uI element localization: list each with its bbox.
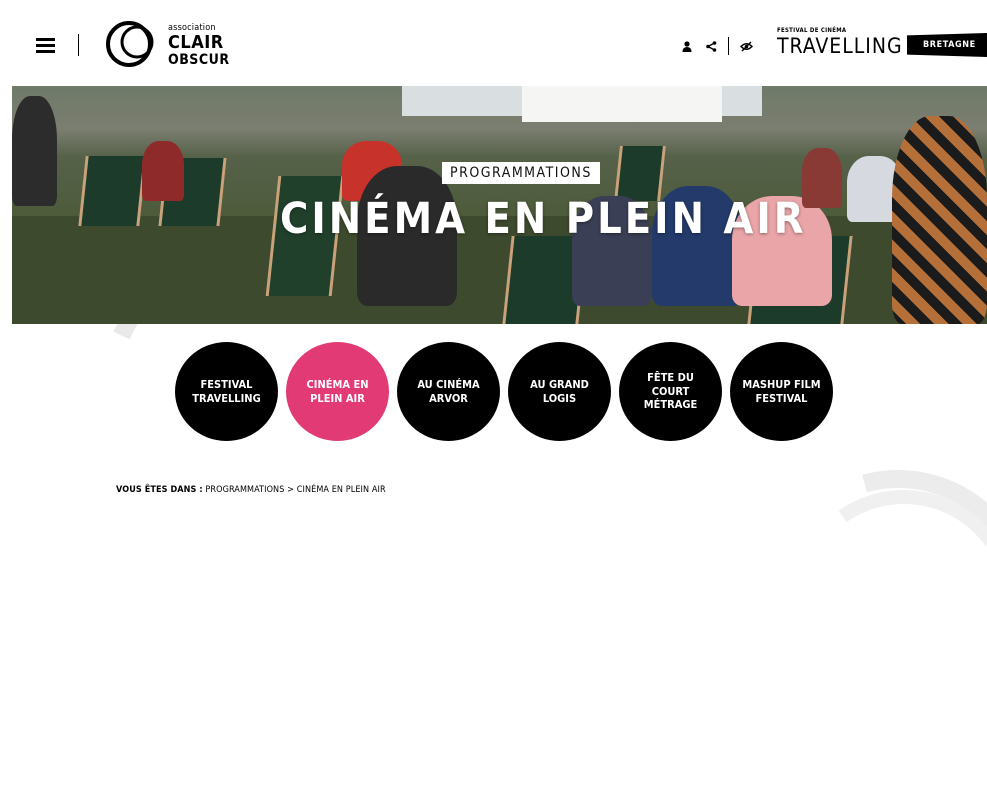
hero-banner: PROGRAMMATIONS CINÉMA EN PLEIN AIR (12, 86, 987, 324)
user-icon[interactable] (680, 39, 694, 53)
nav-festival-travelling[interactable]: FESTIVAL TRAVELLING (175, 342, 278, 441)
share-icon[interactable] (704, 39, 718, 53)
breadcrumb-current: CINÉMA EN PLEIN AIR (296, 485, 386, 495)
logo-line1: CLAIR (168, 32, 224, 53)
nav-mashup-film-festival[interactable]: MASHUP FILM FESTIVAL (730, 342, 833, 441)
breadcrumb-label: VOUS ÊTES DANS : (116, 485, 203, 495)
menu-icon[interactable] (36, 38, 55, 53)
deck-chair (614, 146, 666, 201)
nav-fete-court-metrage[interactable]: FÊTE DU COURT MÉTRAGE (619, 342, 722, 441)
header-divider (78, 34, 79, 56)
breadcrumb-separator: > (287, 485, 295, 495)
site-header: association CLAIR OBSCUR FESTIVAL DE CIN… (0, 0, 987, 86)
page-title: CINÉMA EN PLEIN AIR (280, 194, 807, 244)
breadcrumb-link-programmations[interactable]: PROGRAMMATIONS (205, 485, 284, 495)
bretagne-logo[interactable]: BRETAGNE (907, 33, 987, 57)
nav-cinema-plein-air[interactable]: CINÉMA EN PLEIN AIR (286, 342, 389, 441)
logo-line2: OBSCUR (168, 52, 230, 68)
festival-travelling-logo[interactable]: FESTIVAL DE CINÉMA TRAVELLING (777, 28, 903, 57)
spectator (802, 148, 842, 208)
deck-chair (78, 156, 147, 226)
programmation-nav: FESTIVAL TRAVELLING CINÉMA EN PLEIN AIR … (175, 342, 833, 441)
spectator (12, 96, 57, 206)
breadcrumb: VOUS ÊTES DANS : PROGRAMMATIONS > CINÉMA… (116, 485, 386, 495)
spectator (892, 116, 987, 324)
accessibility-icon[interactable] (739, 39, 753, 53)
header-tools (680, 36, 753, 56)
hero-category-tag[interactable]: PROGRAMMATIONS (442, 162, 600, 184)
clair-obscur-logo-icon[interactable] (103, 18, 163, 70)
spectator (142, 141, 184, 201)
clair-obscur-logo[interactable]: association CLAIR OBSCUR (168, 24, 230, 68)
nav-grand-logis[interactable]: AU GRAND LOGIS (508, 342, 611, 441)
nav-cinema-arvor[interactable]: AU CINÉMA ARVOR (397, 342, 500, 441)
festival-big-text: TRAVELLING (777, 34, 903, 58)
outdoor-screen (522, 86, 722, 122)
header-divider (728, 37, 729, 55)
